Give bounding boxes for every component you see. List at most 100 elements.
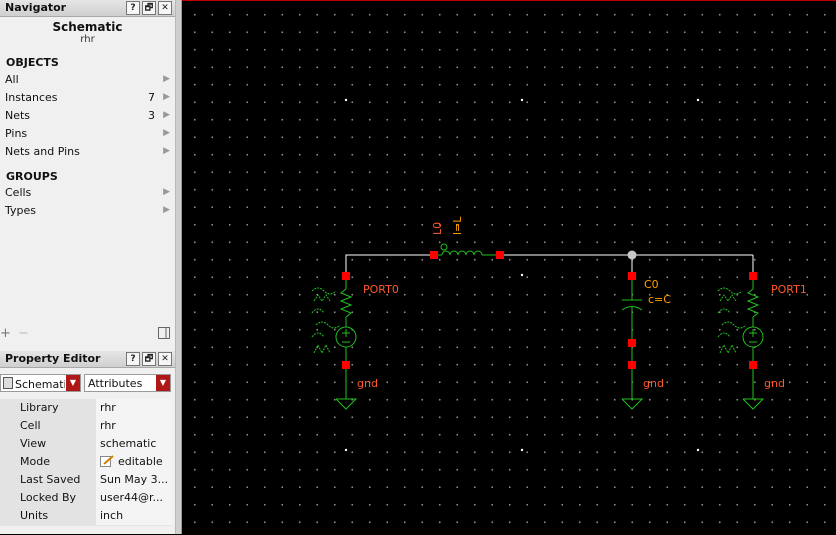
pin-marker bbox=[342, 272, 350, 280]
category-select-value: Attributes bbox=[88, 377, 143, 390]
chevron-right-icon: ▶ bbox=[163, 110, 170, 120]
pin-marker bbox=[749, 272, 757, 280]
property-row-units[interactable]: Units inch bbox=[0, 507, 172, 526]
port0-component[interactable] bbox=[311, 277, 358, 410]
close-button[interactable]: ✕ bbox=[158, 352, 172, 366]
pin-marker bbox=[496, 251, 504, 259]
property-row-last-saved[interactable]: Last Saved Sun May 3... bbox=[0, 471, 172, 490]
navigator-footer: + − bbox=[0, 326, 175, 342]
navigator-subheading: rhr bbox=[80, 34, 95, 45]
remove-group-button[interactable]: − bbox=[18, 326, 29, 341]
inductor-name-group: L0 bbox=[431, 222, 444, 235]
chevron-right-icon: ▶ bbox=[163, 74, 170, 84]
help-button[interactable]: ? bbox=[126, 1, 140, 15]
property-key: View bbox=[20, 437, 47, 450]
property-key: Mode bbox=[20, 455, 50, 468]
navigator-item-count: 7 bbox=[148, 91, 155, 104]
pin-marker bbox=[628, 339, 636, 347]
navigator-item-count: 3 bbox=[148, 109, 155, 122]
property-value[interactable]: rhr bbox=[100, 401, 170, 414]
close-button[interactable]: ✕ bbox=[158, 1, 172, 15]
junction-dot bbox=[627, 250, 637, 260]
property-key: Last Saved bbox=[20, 473, 81, 486]
navigator-item-all[interactable]: All ▶ bbox=[0, 72, 175, 89]
property-value[interactable]: rhr bbox=[100, 419, 170, 432]
panel-splitter[interactable] bbox=[175, 0, 182, 534]
property-value[interactable]: schematic bbox=[100, 437, 170, 450]
capacitor-name-label: C0 bbox=[644, 278, 659, 291]
category-select[interactable]: Attributes ▼ bbox=[84, 374, 171, 392]
property-row-view[interactable]: View schematic bbox=[0, 435, 172, 454]
property-key: Locked By bbox=[20, 491, 76, 504]
port1-component[interactable] bbox=[717, 277, 765, 410]
inductor-value-label: l=L bbox=[451, 216, 464, 235]
navigator-item-nets-and-pins[interactable]: Nets and Pins ▶ bbox=[0, 144, 175, 161]
property-key: Units bbox=[20, 509, 49, 522]
property-row-mode[interactable]: Mode editable bbox=[0, 453, 172, 472]
navigator-titlebar: Navigator ? 🗗 ✕ bbox=[0, 0, 175, 17]
capacitor-value-label: c=C bbox=[648, 293, 671, 306]
property-row-locked-by[interactable]: Locked By user44@r... bbox=[0, 489, 172, 508]
float-button[interactable]: 🗗 bbox=[142, 352, 156, 366]
objects-section-label: OBJECTS bbox=[6, 56, 59, 69]
left-panel: Navigator ? 🗗 ✕ Schematic rhr OBJECTS Al… bbox=[0, 0, 178, 534]
property-value[interactable]: user44@r... bbox=[100, 491, 170, 504]
inductor-name-label: L0 bbox=[431, 222, 444, 235]
property-editor-titlebar: Property Editor ? 🗗 ✕ bbox=[0, 351, 175, 368]
pin-marker bbox=[628, 272, 636, 280]
chevron-right-icon: ▶ bbox=[163, 128, 170, 138]
schematic-canvas[interactable]: L0 l=L PORT0 gnd C0 c=C gnd PORT1 gnd bbox=[182, 0, 836, 534]
object-select[interactable]: Schematic ▼ bbox=[0, 374, 81, 392]
pin-marker bbox=[628, 361, 636, 369]
property-editor-toolbar: Schematic ▼ Attributes ▼ bbox=[0, 372, 175, 394]
navigator-item-label: Cells bbox=[5, 186, 32, 199]
navigator-item-cells[interactable]: Cells ▶ bbox=[0, 185, 175, 202]
gnd-label: gnd bbox=[764, 377, 785, 390]
major-grid-points bbox=[344, 98, 700, 452]
wire-net-top[interactable] bbox=[345, 254, 754, 275]
pin-marker bbox=[749, 361, 757, 369]
chevron-right-icon: ▶ bbox=[163, 146, 170, 156]
chevron-down-icon[interactable]: ▼ bbox=[156, 375, 170, 391]
property-editor-title: Property Editor bbox=[5, 352, 101, 365]
navigator-item-label: Types bbox=[5, 204, 36, 217]
chevron-down-icon[interactable]: ▼ bbox=[66, 375, 80, 391]
object-select-value: Schematic bbox=[3, 377, 65, 391]
schematic-icon bbox=[3, 377, 13, 389]
navigator-item-label: Pins bbox=[5, 127, 28, 140]
add-group-button[interactable]: + bbox=[0, 326, 11, 341]
property-row-cell[interactable]: Cell rhr bbox=[0, 417, 172, 436]
navigator-item-label: Instances bbox=[5, 91, 58, 104]
navigator-item-label: All bbox=[5, 73, 19, 86]
schematic-drawing: L0 l=L PORT0 gnd C0 c=C gnd PORT1 gnd bbox=[311, 98, 807, 452]
navigator-heading: Schematic bbox=[52, 20, 123, 34]
help-button[interactable]: ? bbox=[126, 352, 140, 366]
property-value[interactable]: editable bbox=[118, 455, 163, 468]
pin-marker bbox=[342, 361, 350, 369]
navigator-item-label: Nets and Pins bbox=[5, 145, 80, 158]
gnd-label: gnd bbox=[357, 377, 378, 390]
property-value[interactable]: Sun May 3... bbox=[100, 473, 170, 486]
chevron-right-icon: ▶ bbox=[163, 205, 170, 215]
navigator-item-instances[interactable]: Instances 7 ▶ bbox=[0, 90, 175, 107]
edit-pencil-icon bbox=[100, 455, 114, 467]
inductor-l0[interactable] bbox=[430, 243, 504, 259]
property-value[interactable]: inch bbox=[100, 509, 170, 522]
navigator-item-types[interactable]: Types ▶ bbox=[0, 203, 175, 220]
navigator-title: Navigator bbox=[5, 1, 67, 14]
gnd-label: gnd bbox=[643, 377, 664, 390]
float-button[interactable]: 🗗 bbox=[142, 1, 156, 15]
navigator-header: Schematic rhr bbox=[0, 20, 175, 45]
navigator-item-label: Nets bbox=[5, 109, 31, 122]
navigator-item-pins[interactable]: Pins ▶ bbox=[0, 126, 175, 143]
navigator-item-nets[interactable]: Nets 3 ▶ bbox=[0, 108, 175, 125]
port0-label: PORT0 bbox=[363, 283, 399, 296]
property-key: Cell bbox=[20, 419, 41, 432]
chevron-right-icon: ▶ bbox=[163, 92, 170, 102]
chevron-right-icon: ▶ bbox=[163, 187, 170, 197]
property-row-library[interactable]: Library rhr bbox=[0, 399, 172, 418]
inductor-value-group: l=L bbox=[451, 216, 464, 235]
pin-marker bbox=[430, 251, 438, 259]
panel-layout-icon[interactable] bbox=[158, 327, 170, 343]
groups-section-label: GROUPS bbox=[6, 170, 58, 183]
